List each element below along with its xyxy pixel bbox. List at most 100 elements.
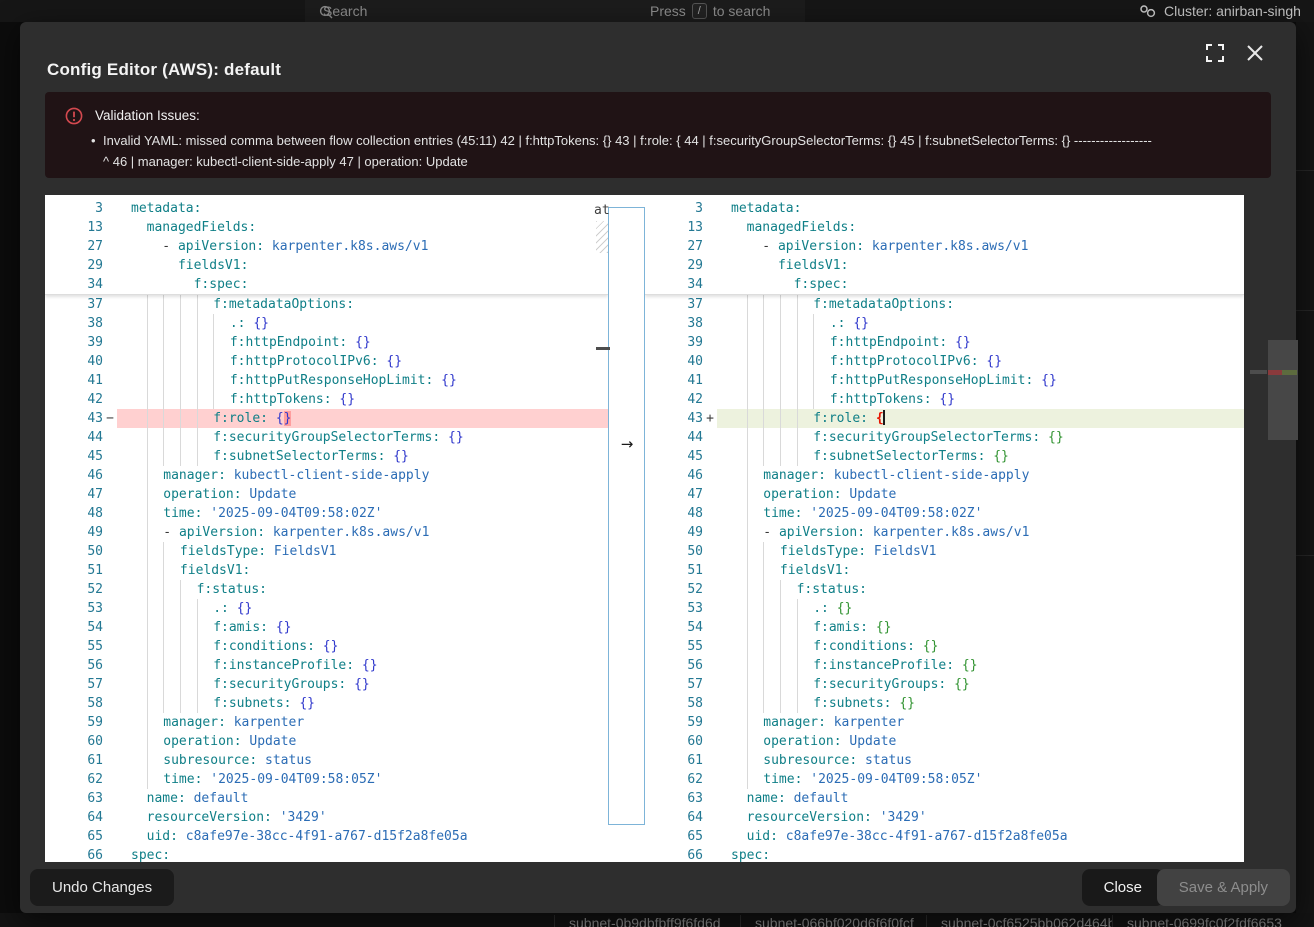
sticky-scroll-header[interactable]: 3 metadata:13 managedFields:27 - apiVers…	[45, 195, 608, 295]
code-line[interactable]: 46 manager: kubectl-client-side-apply	[645, 466, 1244, 485]
code-line[interactable]: 43+f:role: {	[645, 409, 1244, 428]
code-line[interactable]: 13 managedFields:	[45, 218, 608, 237]
code-line[interactable]: 44 f:securityGroupSelectorTerms: {}	[45, 428, 608, 447]
code-line[interactable]: 27 - apiVersion: karpenter.k8s.aws/v1	[645, 237, 1244, 256]
code-line[interactable]: 45 f:subnetSelectorTerms: {}	[645, 447, 1244, 466]
code-line[interactable]: 54 f:amis: {}	[645, 618, 1244, 637]
line-number[interactable]: 61	[645, 751, 703, 770]
code-line[interactable]: 65 uid: c8afe97e-38cc-4f91-a767-d15f2a8f…	[645, 827, 1244, 846]
line-number[interactable]: 49	[645, 523, 703, 542]
line-number[interactable]: 46	[45, 466, 103, 485]
line-number[interactable]: 37	[45, 295, 103, 314]
code-line[interactable]: 64 resourceVersion: '3429'	[45, 808, 608, 827]
line-number[interactable]: 62	[45, 770, 103, 789]
code-line[interactable]: 39 f:httpEndpoint: {}	[45, 333, 608, 352]
code-line[interactable]: 60 operation: Update	[645, 732, 1244, 751]
code-line[interactable]: 46 manager: kubectl-client-side-apply	[45, 466, 608, 485]
line-number[interactable]: 44	[45, 428, 103, 447]
code-line[interactable]: 29 fieldsV1:	[645, 256, 1244, 275]
line-number[interactable]: 29	[45, 256, 103, 275]
code-line[interactable]: 59 manager: karpenter	[45, 713, 608, 732]
code-line[interactable]: 52 f:status:	[45, 580, 608, 599]
code-line[interactable]: 41 f:httpPutResponseHopLimit: {}	[645, 371, 1244, 390]
line-number[interactable]: 64	[645, 808, 703, 827]
code-line[interactable]: 55 f:conditions: {}	[45, 637, 608, 656]
line-number[interactable]: 60	[45, 732, 103, 751]
line-number[interactable]: 43	[645, 409, 703, 428]
line-number[interactable]: 34	[645, 275, 703, 294]
code-line[interactable]: 37 f:metadataOptions:	[645, 295, 1244, 314]
code-line[interactable]: 42 f:httpTokens: {}	[45, 390, 608, 409]
line-number[interactable]: 63	[45, 789, 103, 808]
line-number[interactable]: 65	[45, 827, 103, 846]
line-number[interactable]: 45	[45, 447, 103, 466]
line-number[interactable]: 61	[45, 751, 103, 770]
revert-change-arrow-icon[interactable]: →	[615, 435, 639, 454]
line-number[interactable]: 53	[45, 599, 103, 618]
line-number[interactable]: 51	[45, 561, 103, 580]
code-line[interactable]: 56 f:instanceProfile: {}	[645, 656, 1244, 675]
code-line[interactable]: 42 f:httpTokens: {}	[645, 390, 1244, 409]
line-number[interactable]: 27	[645, 237, 703, 256]
scrollbar-thumb[interactable]	[1268, 340, 1298, 440]
code-line[interactable]: 54 f:amis: {}	[45, 618, 608, 637]
line-number[interactable]: 43	[45, 409, 103, 428]
line-number[interactable]: 39	[45, 333, 103, 352]
code-line[interactable]: 61 subresource: status	[45, 751, 608, 770]
code-line[interactable]: 50 fieldsType: FieldsV1	[645, 542, 1244, 561]
code-line[interactable]: 48 time: '2025-09-04T09:58:02Z'	[645, 504, 1244, 523]
code-line[interactable]: 39 f:httpEndpoint: {}	[645, 333, 1244, 352]
line-number[interactable]: 49	[45, 523, 103, 542]
code-line[interactable]: 60 operation: Update	[45, 732, 608, 751]
line-number[interactable]: 45	[645, 447, 703, 466]
code-line[interactable]: 34 f:spec:	[645, 275, 1244, 294]
save-apply-button[interactable]: Save & Apply	[1157, 869, 1290, 906]
code-line[interactable]: 38 .: {}	[45, 314, 608, 333]
code-line[interactable]: 66 spec:	[645, 846, 1244, 862]
line-number[interactable]: 39	[645, 333, 703, 352]
yaml-diff-editor[interactable]: 3 metadata:13 managedFields:27 - apiVers…	[45, 195, 1244, 862]
code-line[interactable]: 53 .: {}	[45, 599, 608, 618]
line-number[interactable]: 13	[45, 218, 103, 237]
line-number[interactable]: 57	[45, 675, 103, 694]
line-number[interactable]: 63	[645, 789, 703, 808]
code-line[interactable]: 50 fieldsType: FieldsV1	[45, 542, 608, 561]
line-number[interactable]: 29	[645, 256, 703, 275]
line-number[interactable]: 53	[645, 599, 703, 618]
code-line[interactable]: 49 - apiVersion: karpenter.k8s.aws/v1	[45, 523, 608, 542]
close-button[interactable]: Close	[1082, 869, 1164, 906]
line-number[interactable]: 41	[45, 371, 103, 390]
line-number[interactable]: 52	[645, 580, 703, 599]
line-number[interactable]: 41	[645, 371, 703, 390]
line-number[interactable]: 27	[45, 237, 103, 256]
line-number[interactable]: 38	[45, 314, 103, 333]
line-number[interactable]: 46	[645, 466, 703, 485]
code-line[interactable]: 49 - apiVersion: karpenter.k8s.aws/v1	[645, 523, 1244, 542]
code-line[interactable]: 56 f:instanceProfile: {}	[45, 656, 608, 675]
line-number[interactable]: 40	[645, 352, 703, 371]
code-line[interactable]: 45 f:subnetSelectorTerms: {}	[45, 447, 608, 466]
fullscreen-button[interactable]	[1206, 44, 1226, 64]
line-number[interactable]: 55	[645, 637, 703, 656]
code-line[interactable]: 40 f:httpProtocolIPv6: {}	[45, 352, 608, 371]
line-number[interactable]: 50	[645, 542, 703, 561]
code-line[interactable]: 64 resourceVersion: '3429'	[645, 808, 1244, 827]
code-line[interactable]: 57 f:securityGroups: {}	[45, 675, 608, 694]
line-number[interactable]: 58	[45, 694, 103, 713]
code-line[interactable]: 51 fieldsV1:	[645, 561, 1244, 580]
line-number[interactable]: 59	[645, 713, 703, 732]
code-line[interactable]: 53 .: {}	[645, 599, 1244, 618]
code-line[interactable]: 47 operation: Update	[645, 485, 1244, 504]
line-number[interactable]: 42	[45, 390, 103, 409]
code-line[interactable]: 29 fieldsV1:	[45, 256, 608, 275]
line-number[interactable]: 65	[645, 827, 703, 846]
code-line[interactable]: 51 fieldsV1:	[45, 561, 608, 580]
code-line[interactable]: 37 f:metadataOptions:	[45, 295, 608, 314]
modified-pane[interactable]: 3 metadata:13 managedFields:27 - apiVers…	[645, 195, 1244, 862]
code-line[interactable]: 43−f:role: {}	[45, 409, 608, 428]
line-number[interactable]: 66	[645, 846, 703, 862]
code-line[interactable]: 38 .: {}	[645, 314, 1244, 333]
line-number[interactable]: 3	[45, 199, 103, 218]
code-line[interactable]: 48 time: '2025-09-04T09:58:02Z'	[45, 504, 608, 523]
code-line[interactable]: 13 managedFields:	[645, 218, 1244, 237]
